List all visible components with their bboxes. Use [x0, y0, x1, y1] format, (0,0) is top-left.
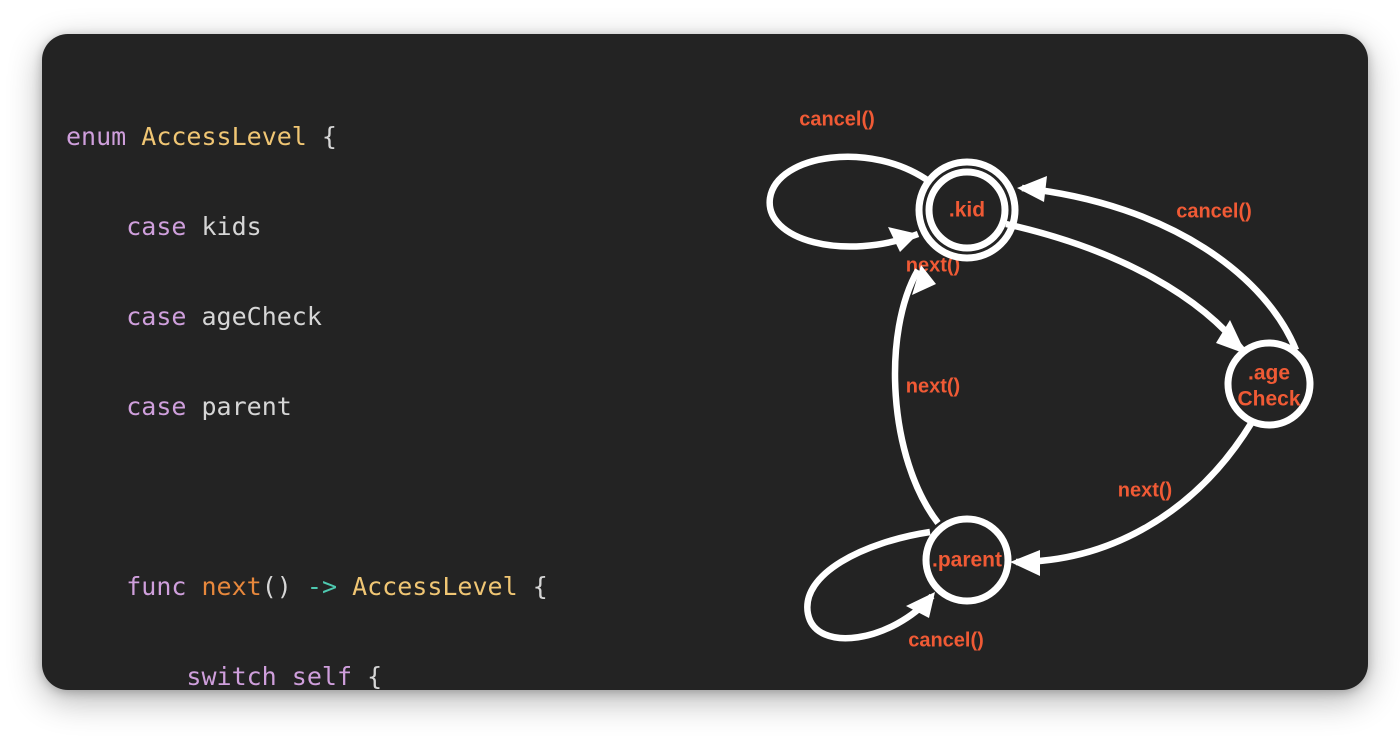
edge-label-next-parent-kid: next() [906, 375, 960, 397]
state-node-parent-label: .parent [932, 549, 1002, 572]
code-line: case ageCheck [126, 302, 322, 331]
edge-kid-self-cancel [766, 153, 932, 252]
code-line: case kids [126, 212, 262, 241]
code-line: enum AccessLevel { [66, 122, 337, 151]
code-line: func next() -> AccessLevel { [126, 572, 548, 601]
dark-panel: enum AccessLevel { case kids case ageChe… [42, 34, 1368, 690]
edge-agecheck-to-kid-cancel [1017, 176, 1300, 352]
edge-parent-self-cancel [804, 528, 935, 642]
code-line: case parent [126, 392, 292, 421]
state-machine-diagram: cancel() next() cancel() next() next() c… [722, 62, 1362, 662]
state-node-agecheck-label-line1: .age [1248, 362, 1290, 385]
code-block: enum AccessLevel { case kids case ageChe… [66, 62, 706, 690]
screenshot-root: enum AccessLevel { case kids case ageChe… [0, 0, 1400, 736]
state-node-agecheck[interactable]: .age Check [1224, 339, 1314, 429]
state-node-kid[interactable]: .kid [915, 158, 1019, 262]
state-node-agecheck-label-line2: Check [1237, 388, 1300, 411]
state-node-parent[interactable]: .parent [922, 515, 1012, 605]
state-node-kid-label: .kid [949, 199, 985, 222]
edge-label-next-agecheck-parent: next() [1118, 479, 1172, 501]
edge-label-kid-cancel: cancel() [799, 108, 875, 130]
edge-label-cancel-agecheck-kid: cancel() [1176, 200, 1252, 222]
code-line: switch self { [186, 662, 383, 690]
edge-label-parent-cancel: cancel() [908, 629, 984, 651]
edge-kid-to-agecheck-next [1005, 220, 1247, 354]
